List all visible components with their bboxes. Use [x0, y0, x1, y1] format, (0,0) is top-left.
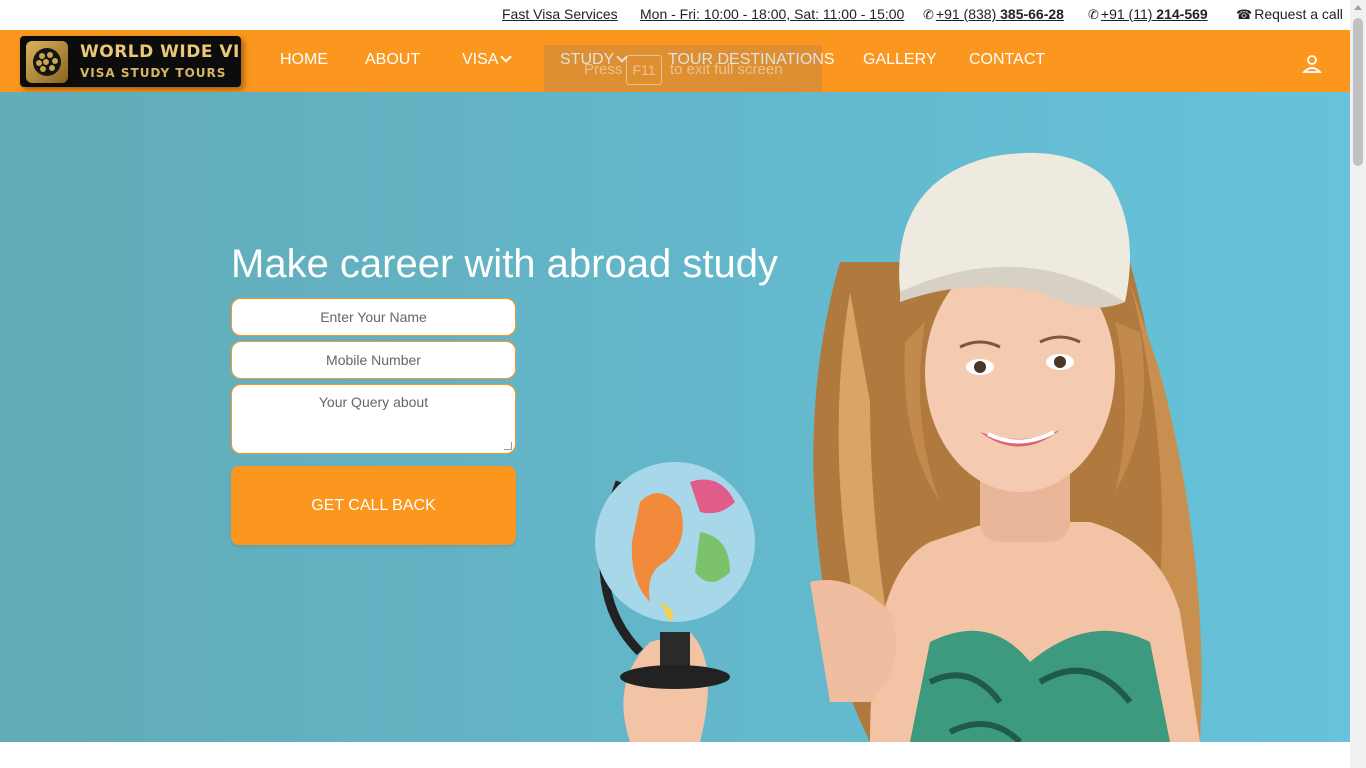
phone2-number: 214-569 — [1156, 6, 1208, 22]
fullscreen-notice: Press F11 to exit full screen — [544, 45, 822, 93]
query-textarea[interactable]: Your Query about — [231, 384, 516, 454]
nav-gallery[interactable]: GALLERY — [863, 51, 937, 69]
fullscreen-press-text: Press — [584, 61, 623, 78]
request-call-link[interactable]: ☎ Request a call — [1236, 6, 1343, 23]
top-utility-bar: Fast Visa Services Mon - Fri: 10:00 - 18… — [0, 0, 1350, 30]
fast-visa-link[interactable]: Fast Visa Services — [502, 6, 618, 22]
nav-about[interactable]: ABOUT — [365, 51, 420, 69]
site-logo[interactable]: WORLD WIDE VISA VISA STUDY TOURS — [20, 36, 241, 87]
query-placeholder: Your Query about — [318, 394, 429, 410]
phone-link-2[interactable]: ✆ +91 (11) 214-569 — [1088, 6, 1208, 23]
nav-visa-label: VISA — [462, 51, 499, 68]
phone2-prefix: +91 (11) — [1100, 6, 1157, 22]
f11-key: F11 — [626, 55, 662, 85]
chevron-down-icon — [500, 51, 513, 63]
phone-icon: ✆ — [1088, 7, 1099, 22]
below-hero-area — [0, 742, 1350, 768]
get-call-back-button[interactable]: GET CALL BACK — [231, 466, 516, 545]
user-icon[interactable] — [1302, 54, 1322, 74]
mobile-input[interactable]: Mobile Number — [231, 341, 516, 379]
phone-link-1[interactable]: ✆ +91 (838) 385-66-28 — [923, 6, 1064, 23]
nav-contact[interactable]: CONTACT — [969, 51, 1045, 69]
hero-woman-with-globe-image — [595, 152, 1202, 742]
logo-emblem — [26, 41, 68, 83]
hero-section: Make career with abroad study Enter Your… — [0, 92, 1350, 742]
phone1-number: 385-66-28 — [1000, 6, 1064, 22]
page-scrollbar[interactable] — [1350, 0, 1366, 768]
phone-icon: ✆ — [923, 7, 934, 22]
fullscreen-exit-text: to exit full screen — [670, 61, 783, 78]
phone1-prefix: +91 (838) — [935, 6, 1001, 22]
resize-handle-icon[interactable] — [504, 442, 512, 450]
nav-visa[interactable]: VISA — [462, 51, 513, 69]
logo-title: WORLD WIDE VISA — [80, 42, 241, 62]
phone-book-icon: ☎ — [1236, 7, 1253, 22]
logo-subtitle: VISA STUDY TOURS — [80, 66, 227, 80]
opening-hours-link[interactable]: Mon - Fri: 10:00 - 18:00, Sat: 11:00 - 1… — [640, 6, 904, 22]
name-input[interactable]: Enter Your Name — [231, 298, 516, 336]
nav-home[interactable]: HOME — [280, 51, 328, 69]
scrollbar-thumb[interactable] — [1353, 18, 1363, 166]
request-call-label: Request a call — [1254, 6, 1343, 22]
scroll-up-arrow-icon[interactable] — [1354, 5, 1362, 10]
